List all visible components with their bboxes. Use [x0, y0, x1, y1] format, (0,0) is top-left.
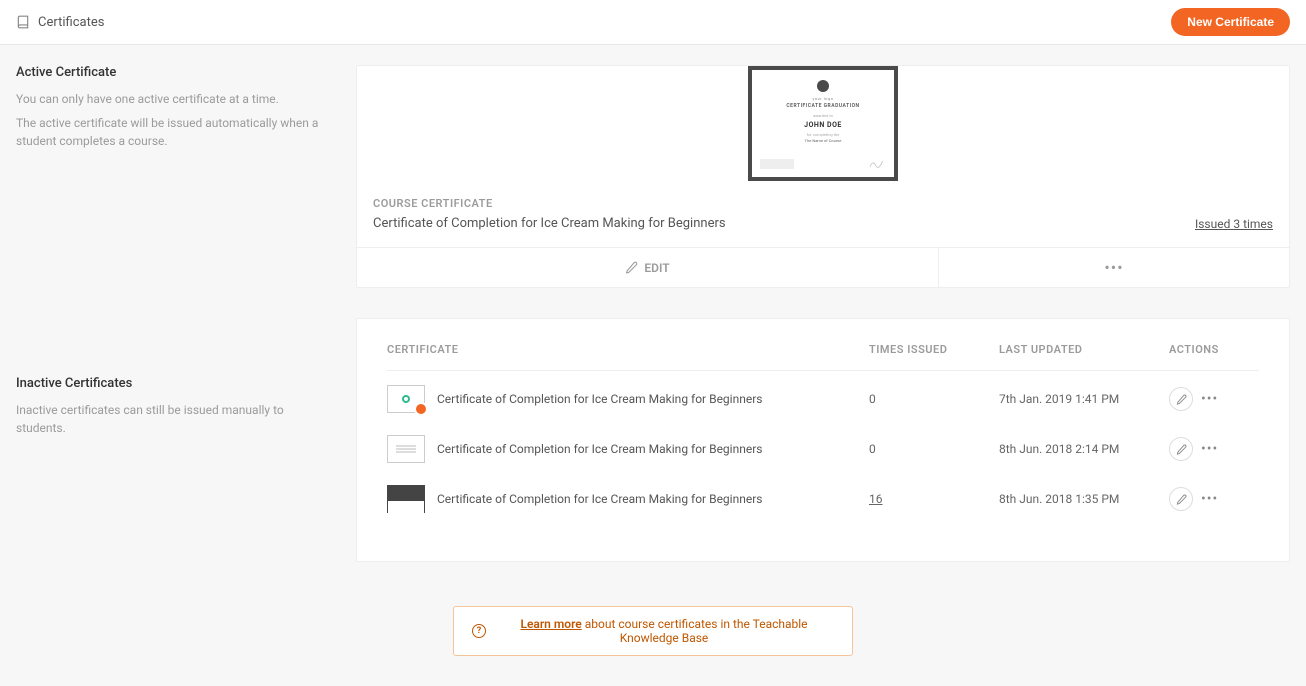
last-updated-value: 8th Jun. 2018 2:14 PM	[999, 442, 1169, 456]
table-row: Certificate of Completion for Ice Cream …	[387, 371, 1259, 421]
issued-count-link[interactable]: Issued 3 times	[1195, 217, 1273, 231]
preview-logo-icon	[817, 80, 829, 92]
table-row: Certificate of Completion for Ice Cream …	[387, 421, 1259, 471]
inactive-desc: Inactive certificates can still be issue…	[16, 401, 336, 437]
preview-footer	[760, 157, 886, 171]
inactive-certificates-card: CERTIFICATE TIMES ISSUED LAST UPDATED AC…	[356, 318, 1290, 562]
book-icon	[16, 15, 30, 29]
preview-name: JOHN DOE	[804, 121, 842, 129]
new-certificate-button[interactable]: New Certificate	[1171, 8, 1290, 36]
row-edit-button[interactable]	[1169, 387, 1193, 411]
learn-more-link[interactable]: Learn more	[520, 617, 581, 631]
course-cert-meta: COURSE CERTIFICATE Certificate of Comple…	[357, 181, 1289, 247]
edit-button[interactable]: EDIT	[357, 248, 939, 287]
col-last-updated: LAST UPDATED	[999, 343, 1169, 356]
page-title: Certificates	[38, 15, 104, 30]
preview-course: The Name of Course	[805, 138, 842, 143]
help-text: about course certificates in the Teachab…	[582, 617, 808, 645]
col-certificate: CERTIFICATE	[387, 343, 869, 356]
thumbnail-dark-icon	[388, 501, 424, 513]
course-cert-title: Certificate of Completion for Ice Cream …	[373, 216, 726, 231]
pencil-icon	[1176, 394, 1187, 405]
preview-logo-text: your logo	[813, 96, 834, 101]
certificate-name[interactable]: Certificate of Completion for Ice Cream …	[437, 442, 762, 456]
course-cert-label: COURSE CERTIFICATE	[373, 197, 726, 210]
active-action-row: EDIT •••	[357, 247, 1289, 287]
active-desc-1: You can only have one active certificate…	[16, 90, 336, 108]
pencil-icon	[1176, 494, 1187, 505]
row-more-button[interactable]: •••	[1201, 441, 1218, 457]
thumbnail-seal-icon	[402, 395, 410, 403]
active-certificate-sidebar: Active Certificate You can only have one…	[16, 65, 336, 150]
row-edit-button[interactable]	[1169, 487, 1193, 511]
help-banner: ? Learn more about course certificates i…	[453, 606, 853, 656]
edit-label: EDIT	[644, 261, 669, 275]
preview-serial-box	[760, 159, 794, 169]
row-edit-button[interactable]	[1169, 437, 1193, 461]
thumbnail-badge-icon	[414, 402, 428, 416]
active-heading: Active Certificate	[16, 65, 336, 80]
certificate-name[interactable]: Certificate of Completion for Ice Cream …	[437, 492, 762, 506]
last-updated-value: 8th Jun. 2018 1:35 PM	[999, 492, 1169, 506]
certificate-thumbnail[interactable]	[387, 435, 425, 463]
inactive-certificate-sidebar: Inactive Certificates Inactive certifica…	[16, 376, 336, 437]
col-times-issued: TIMES ISSUED	[869, 343, 999, 356]
last-updated-value: 7th Jan. 2019 1:41 PM	[999, 392, 1169, 406]
active-certificate-card: your logo CERTIFICATE GRADUATION awarded…	[356, 65, 1290, 288]
col-actions: ACTIONS	[1169, 343, 1259, 356]
table-row: Certificate of Completion for Ice Cream …	[387, 471, 1259, 521]
times-issued-value: 0	[869, 442, 999, 456]
row-more-button[interactable]: •••	[1201, 491, 1218, 507]
pencil-icon	[625, 261, 638, 274]
certificate-name[interactable]: Certificate of Completion for Ice Cream …	[437, 392, 762, 406]
table-header: CERTIFICATE TIMES ISSUED LAST UPDATED AC…	[387, 343, 1259, 371]
certificate-preview-wrap: your logo CERTIFICATE GRADUATION awarded…	[357, 66, 1289, 181]
times-issued-link[interactable]: 16	[869, 492, 999, 506]
pencil-icon	[1176, 444, 1187, 455]
preview-for: for completing the	[807, 132, 840, 137]
inactive-heading: Inactive Certificates	[16, 376, 336, 391]
certificate-thumbnail[interactable]	[387, 485, 425, 513]
page-header: Certificates New Certificate	[0, 0, 1306, 45]
active-desc-2: The active certificate will be issued au…	[16, 114, 336, 150]
more-button[interactable]: •••	[939, 248, 1289, 287]
row-more-button[interactable]: •••	[1201, 391, 1218, 407]
preview-title: CERTIFICATE GRADUATION	[786, 103, 859, 109]
signature-icon	[868, 157, 886, 171]
dots-icon: •••	[1104, 258, 1123, 277]
thumbnail-lines-icon	[396, 448, 416, 450]
certificate-preview[interactable]: your logo CERTIFICATE GRADUATION awarded…	[748, 66, 898, 181]
certificate-thumbnail[interactable]	[387, 385, 425, 413]
times-issued-value: 0	[869, 392, 999, 406]
preview-awarded: awarded to	[813, 113, 833, 118]
question-icon: ?	[472, 624, 486, 638]
header-left: Certificates	[16, 15, 104, 30]
